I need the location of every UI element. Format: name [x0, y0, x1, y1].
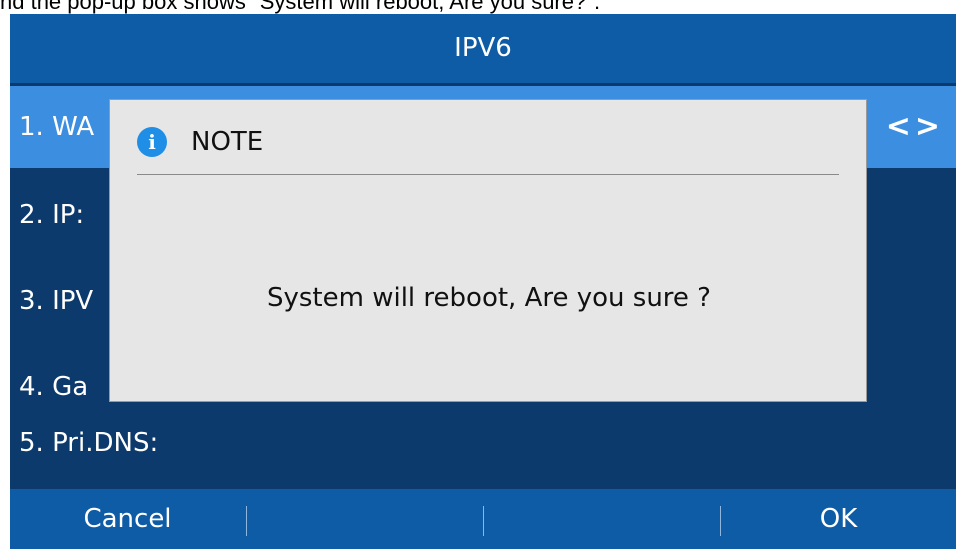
menu-item-label: 1. WA	[19, 112, 95, 142]
softkey-3[interactable]	[484, 489, 719, 549]
document-caption: nd the pop-up box shows "System will reb…	[0, 0, 601, 14]
menu-item-label: 5. Pri.DNS:	[19, 428, 159, 458]
menu-item-label: 3. IPV	[19, 286, 94, 316]
page-title: IPV6	[10, 14, 956, 83]
softkey-2[interactable]	[247, 489, 482, 549]
phone-screen: IPV6 1. WA <> 2. IP: 3. IPV 4. Ga 5. Pri…	[10, 14, 956, 549]
ok-button[interactable]: OK	[721, 489, 956, 549]
dialog-title: NOTE	[191, 127, 264, 157]
confirm-dialog: i NOTE System will reboot, Are you sure …	[109, 99, 867, 402]
left-right-arrows-icon[interactable]: <>	[886, 86, 944, 168]
dialog-divider	[137, 174, 839, 175]
info-icon: i	[137, 127, 167, 157]
dialog-header: i NOTE	[137, 122, 263, 162]
dialog-message: System will reboot, Are you sure ?	[267, 283, 711, 313]
cancel-button[interactable]: Cancel	[10, 489, 245, 549]
menu-item-label: 2. IP:	[19, 200, 85, 230]
menu-item-label: 4. Ga	[19, 372, 89, 402]
menu-item-pri-dns[interactable]: 5. Pri.DNS:	[10, 400, 956, 486]
softkey-bar: Cancel OK	[10, 489, 956, 549]
